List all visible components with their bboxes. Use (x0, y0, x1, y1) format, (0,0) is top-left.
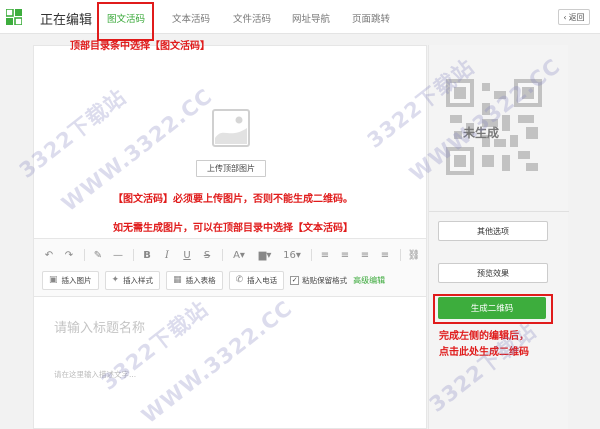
align-right-icon[interactable]: ≡ (358, 248, 372, 262)
strikethrough-icon[interactable]: S (200, 248, 214, 262)
annotation-upload-hint: 【图文活码】必须要上传图片，否则不能生成二维码。 (113, 194, 353, 205)
underline-icon[interactable]: U (180, 248, 194, 262)
tab-url-nav[interactable]: 网址导航 (292, 11, 330, 25)
preview-button[interactable]: 预览效果 (438, 263, 548, 283)
title-input[interactable]: 请输入标题名称 (54, 317, 145, 336)
page-title: 正在编辑 (40, 13, 93, 28)
toolbar-format-row: ↶ ↷ ✎ — B I U S A▾ ▆▾ 16▾ ≡ ≡ ≡ ≡ ⛓ ∞ (42, 246, 447, 264)
top-image-area: 上传顶部图片 (34, 46, 426, 239)
annotation-top-hint: 顶部目录条中选择【图文活码】 (70, 41, 210, 52)
tab-highlight-box (97, 2, 154, 41)
undo-icon[interactable]: ↶ (42, 248, 56, 262)
table-icon: ▦ (173, 275, 182, 285)
redo-icon[interactable]: ↷ (62, 248, 76, 262)
insert-style-button[interactable]: ✦ 插入样式 (104, 270, 161, 290)
insert-image-button[interactable]: ▣ 插入图片 (42, 270, 99, 290)
bold-icon[interactable]: B (140, 248, 154, 262)
annotation-text-hint: 如无需生成图片，可以在顶部目录中选择【文本活码】 (113, 223, 353, 234)
horizontal-rule-icon[interactable]: — (111, 248, 125, 262)
align-left-icon[interactable]: ≡ (318, 248, 332, 262)
link-icon[interactable]: ⛓ (407, 248, 421, 262)
format-brush-icon[interactable]: ✎ (91, 248, 105, 262)
paste-keep-format-checkbox[interactable]: ✓ 粘贴保留格式 (290, 275, 347, 286)
insert-phone-button[interactable]: ✆ 插入电话 (228, 270, 285, 290)
image-icon: ▣ (49, 275, 58, 285)
italic-icon[interactable]: I (160, 248, 174, 262)
checkbox-checked-icon: ✓ (290, 275, 300, 285)
font-size-select[interactable]: 16 ▾ (281, 248, 303, 262)
image-placeholder-icon (212, 109, 250, 147)
tab-text-code[interactable]: 文本活码 (172, 11, 210, 25)
advanced-edit-link[interactable]: 高级编辑 (353, 275, 385, 286)
align-justify-icon[interactable]: ≡ (378, 248, 392, 262)
font-size-value: 16 (283, 249, 296, 261)
magic-wand-icon: ✦ (111, 275, 120, 285)
back-button[interactable]: ‹ 返回 (558, 9, 590, 25)
other-options-button[interactable]: 其他选项 (438, 221, 548, 241)
phone-icon: ✆ (235, 275, 244, 285)
grid-logo-icon (6, 9, 22, 25)
chevron-left-icon: ‹ (563, 12, 567, 22)
insert-table-button[interactable]: ▦ 插入表格 (166, 270, 223, 290)
upload-top-image-button[interactable]: 上传顶部图片 (196, 160, 266, 177)
align-center-icon[interactable]: ≡ (338, 248, 352, 262)
font-color-icon[interactable]: A▾ (229, 248, 249, 262)
tab-page-redirect[interactable]: 页面跳转 (352, 11, 390, 25)
toolbar-insert-row: ▣ 插入图片 ✦ 插入样式 ▦ 插入表格 ✆ 插入电话 ✓ 粘贴保留格式 高级编辑 (42, 270, 385, 290)
top-bar: 正在编辑 图文活码 文本活码 文件活码 网址导航 页面跳转 ‹ 返回 (0, 0, 600, 34)
tab-file-code[interactable]: 文件活码 (233, 11, 271, 25)
editor-toolbar: ↶ ↷ ✎ — B I U S A▾ ▆▾ 16▾ ≡ ≡ ≡ ≡ ⛓ ∞ ▣插… (34, 239, 438, 297)
back-button-label: 返回 (568, 12, 585, 22)
background-color-icon[interactable]: ▆▾ (255, 248, 275, 262)
generate-qr-button[interactable]: 生成二维码 (438, 297, 546, 319)
